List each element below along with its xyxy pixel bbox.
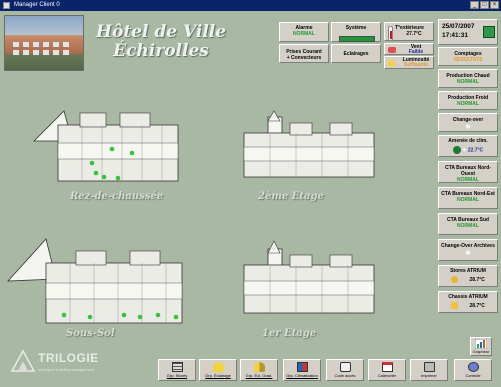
systeme-panel[interactable]: Système bbox=[331, 22, 381, 42]
close-button[interactable]: × bbox=[490, 1, 499, 9]
chassis-atrium-panel[interactable]: Chassis ATRIUM 28.7°C bbox=[438, 291, 498, 313]
page-title: Hôtel de Ville Échirolles bbox=[95, 22, 227, 61]
alarme-panel[interactable]: Alarme NORMAL bbox=[279, 22, 329, 42]
cta-sud-panel[interactable]: CTA Bureaux Sud NORMAL bbox=[438, 213, 498, 235]
control-icon bbox=[467, 362, 479, 372]
change-over-panel[interactable]: Change-over ✳ bbox=[438, 113, 498, 132]
snowflake-icon: ✳ bbox=[462, 147, 467, 154]
supervision-screen: Hôtel de Ville Échirolles Alarme NORMAL … bbox=[0, 11, 501, 387]
eclairages-panel[interactable]: Eclairages bbox=[331, 44, 381, 63]
chart-icon bbox=[475, 339, 487, 349]
grp-eclairage-button[interactable]: Grp. Éclairage bbox=[199, 359, 237, 381]
date-time-display: 25/07/2007 17:41:31 bbox=[438, 19, 498, 45]
prises-panel[interactable]: Prises Courant + Convecteurs bbox=[279, 44, 329, 63]
grp-stores-button[interactable]: Grp. Stores bbox=[158, 359, 196, 381]
snowflake-icon: ✳ bbox=[465, 250, 471, 257]
thermometer-icon bbox=[388, 26, 393, 41]
floor-plan-etage2[interactable] bbox=[230, 103, 380, 193]
fan-icon bbox=[452, 146, 461, 154]
maximize-button[interactable]: □ bbox=[480, 1, 489, 9]
app-icon bbox=[3, 2, 10, 9]
minimize-button[interactable]: _ bbox=[470, 1, 479, 9]
calendrier-button[interactable]: Calendrier bbox=[368, 359, 406, 381]
trilogie-logo: TRILOGIE intelligent building management bbox=[10, 347, 120, 377]
vent-panel[interactable]: Vent Faible bbox=[384, 43, 434, 55]
key-icon bbox=[339, 362, 351, 372]
code-acces-button[interactable]: Code accès bbox=[326, 359, 364, 381]
stores-icon bbox=[171, 362, 183, 372]
grp-ecl-grad-button[interactable]: Grp. Écl. Grad. bbox=[240, 359, 278, 381]
cta-nord-est-panel[interactable]: CTA Bureaux Nord-Est NORMAL bbox=[438, 187, 498, 209]
production-froid-panel[interactable]: Production Froid NORMAL bbox=[438, 91, 498, 110]
calendar-icon bbox=[381, 362, 393, 372]
grp-climatisation-button[interactable]: Grp. Climatisation bbox=[283, 359, 321, 381]
window-titlebar: Manager Client 0 _ □ × bbox=[0, 0, 501, 11]
wind-icon bbox=[388, 47, 396, 53]
amenee-clim-panel[interactable]: Amenée de clim. ✳ 22.7°C bbox=[438, 135, 498, 157]
trilogie-logo-mark bbox=[10, 349, 36, 372]
printer-icon bbox=[423, 362, 435, 372]
temp-ext-panel[interactable]: T°extérieure 27.7°C bbox=[384, 22, 434, 41]
building-photo bbox=[4, 15, 84, 71]
grapheur-button[interactable]: Grapheur bbox=[470, 337, 492, 356]
house-icon bbox=[451, 302, 459, 309]
floor-plan-rdc[interactable] bbox=[32, 103, 182, 193]
dimmer-lamp-icon bbox=[253, 362, 265, 372]
floor-plan-etage1[interactable] bbox=[230, 233, 380, 325]
climate-icon bbox=[296, 362, 308, 372]
luminosite-panel[interactable]: Luminosité Suffisante bbox=[384, 56, 434, 69]
controle-button[interactable]: Contrôle bbox=[454, 359, 492, 381]
window-title: Manager Client 0 bbox=[14, 2, 60, 8]
floor-plan-soussol[interactable] bbox=[6, 233, 186, 333]
sun-icon bbox=[388, 60, 395, 67]
network-icon bbox=[483, 26, 495, 38]
floor-label-rdc[interactable]: Rez-de-chaussée bbox=[70, 191, 163, 202]
sun-icon bbox=[451, 276, 459, 283]
imprimer-button[interactable]: Imprimer bbox=[410, 359, 448, 381]
stores-atrium-panel[interactable]: Stores ATRIUM 28.7°C bbox=[438, 265, 498, 287]
floor-label-etage1[interactable]: 1er Etage bbox=[262, 328, 316, 339]
window-controls: _ □ × bbox=[470, 1, 499, 9]
floor-label-etage2[interactable]: 2ème Etage bbox=[258, 191, 324, 202]
lamp-icon bbox=[212, 362, 224, 372]
change-over-archives-panel[interactable]: Change-Over Archives ✳ bbox=[438, 239, 498, 261]
comptages-panel[interactable]: Comptages RESULTATS bbox=[438, 47, 498, 66]
cta-nord-ouest-panel[interactable]: CTA Bureaux Nord-Ouest NORMAL bbox=[438, 161, 498, 183]
production-chaud-panel[interactable]: Production Chaud NORMAL bbox=[438, 69, 498, 88]
systeme-status-bar bbox=[339, 36, 375, 42]
snowflake-icon: ✳ bbox=[465, 124, 471, 131]
floor-label-soussol[interactable]: Sous-Sol bbox=[66, 328, 115, 339]
